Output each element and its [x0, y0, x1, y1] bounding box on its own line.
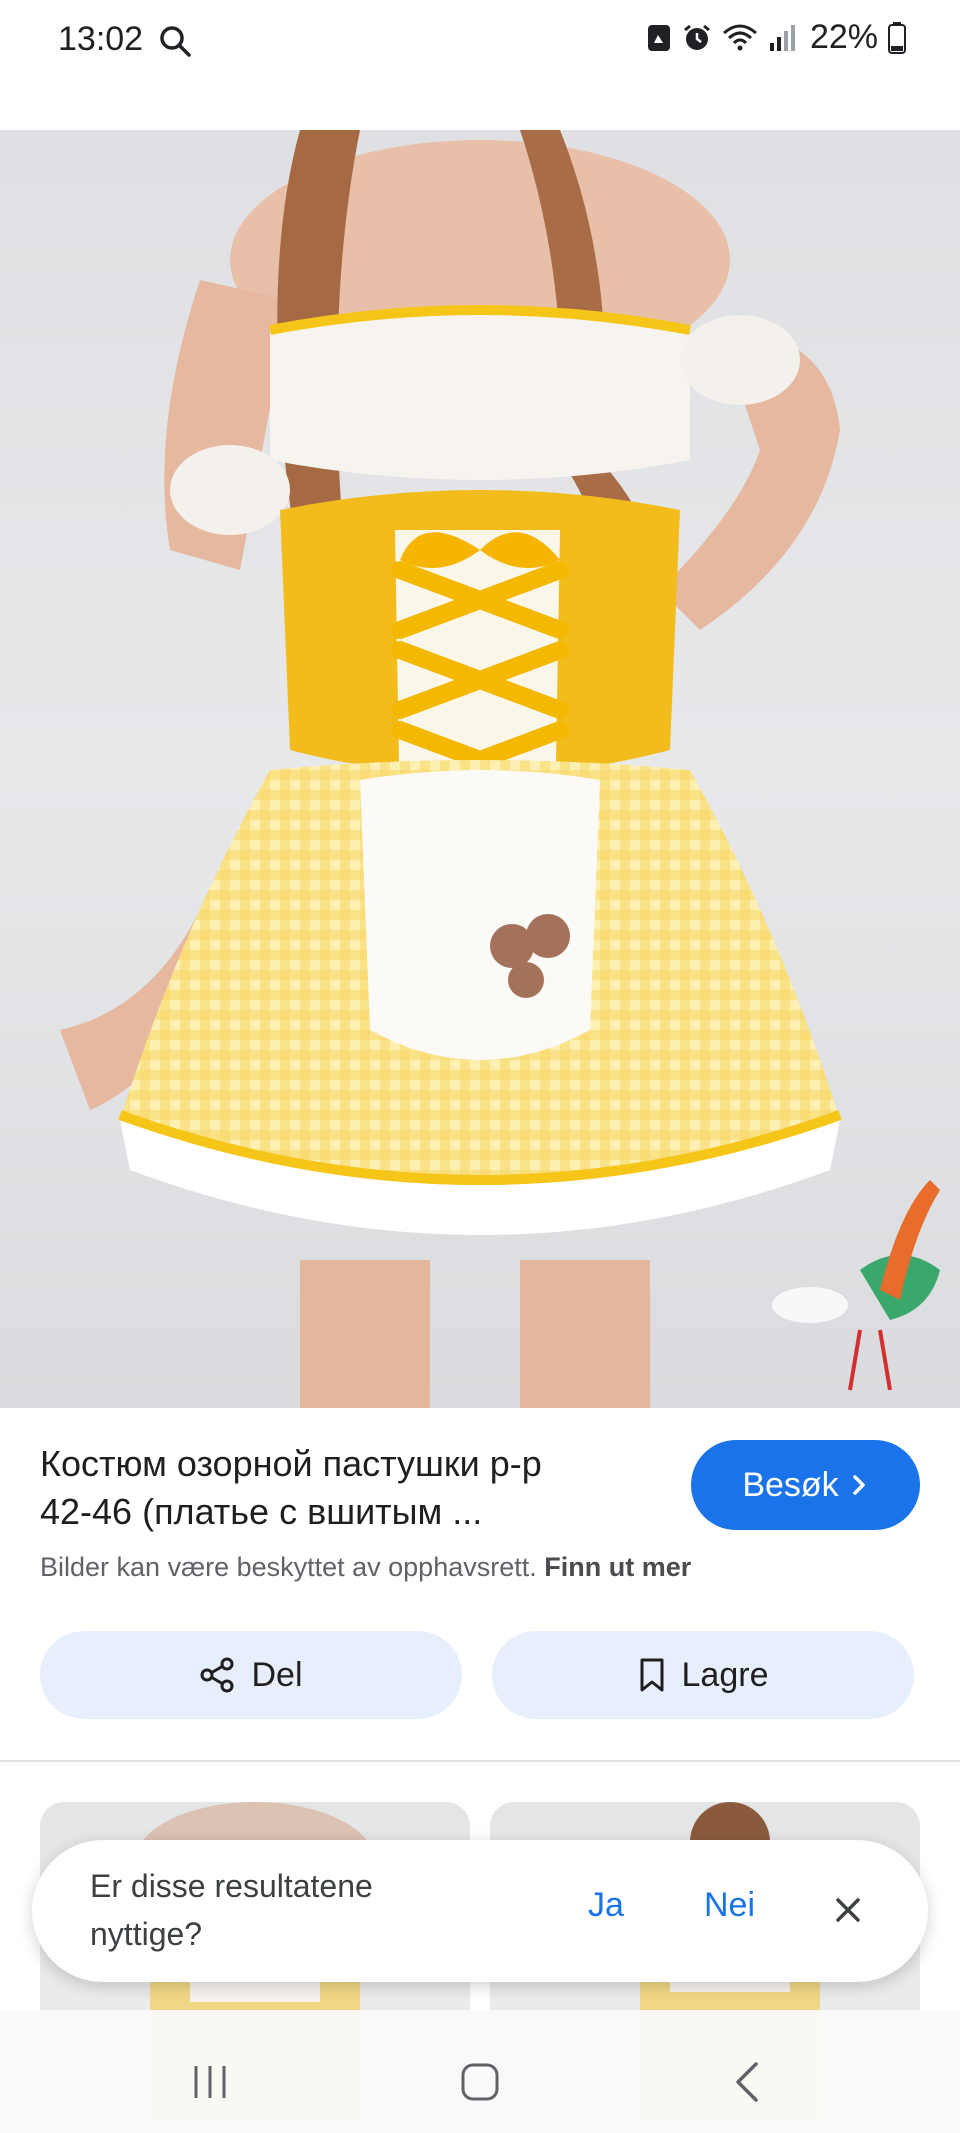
- result-title-line1: Костюм озорной пастушки р-р: [40, 1443, 542, 1484]
- feedback-yes-button[interactable]: Ja: [588, 1886, 624, 1925]
- copyright-notice: Bilder kan være beskyttet av opphavsrett…: [40, 1552, 691, 1583]
- result-title[interactable]: Костюм озорной пастушки р-р 42-46 (плать…: [40, 1440, 640, 1536]
- chevron-right-icon: [852, 1475, 865, 1495]
- result-title-line2: 42-46 (платье с вшитым ...: [40, 1491, 483, 1532]
- search-icon: [160, 26, 191, 57]
- close-icon[interactable]: [828, 1890, 868, 1930]
- system-navigation-bar: [0, 2010, 960, 2133]
- bookmark-icon: [640, 1658, 664, 1692]
- section-divider: [0, 1760, 960, 1762]
- signal-icon: [769, 24, 795, 51]
- share-button[interactable]: Del: [40, 1631, 462, 1719]
- feedback-no-button[interactable]: Nei: [704, 1886, 755, 1925]
- visit-label: Besøk: [742, 1465, 839, 1504]
- status-time: 13:02: [58, 20, 144, 58]
- share-label: Del: [251, 1655, 303, 1694]
- result-image[interactable]: [0, 130, 960, 1408]
- alarm-icon: [684, 24, 710, 50]
- save-button[interactable]: Lagre: [492, 1631, 914, 1719]
- learn-more-link[interactable]: Finn ut mer: [544, 1552, 691, 1582]
- recent-apps-icon[interactable]: [190, 2062, 230, 2102]
- share-icon: [200, 1657, 234, 1693]
- wifi-icon: [722, 24, 757, 50]
- costume-illustration: [60, 130, 940, 1408]
- save-label: Lagre: [681, 1655, 769, 1694]
- visit-button[interactable]: Besøk: [691, 1440, 920, 1530]
- watermark-logo: [772, 1180, 940, 1391]
- photo-notification-icon: [647, 24, 670, 51]
- back-icon[interactable]: [732, 2060, 762, 2104]
- battery-icon: [888, 21, 906, 54]
- status-icons: 22%: [646, 18, 906, 57]
- home-icon[interactable]: [460, 2062, 500, 2102]
- feedback-prompt: Er disse resultatene nyttige? Ja Nei: [32, 1840, 928, 1982]
- copyright-text: Bilder kan være beskyttet av opphavsrett…: [40, 1552, 537, 1582]
- status-bar: 13:02 22%: [0, 0, 960, 80]
- feedback-question: Er disse resultatene nyttige?: [90, 1868, 373, 1952]
- battery-level: 22%: [809, 18, 878, 56]
